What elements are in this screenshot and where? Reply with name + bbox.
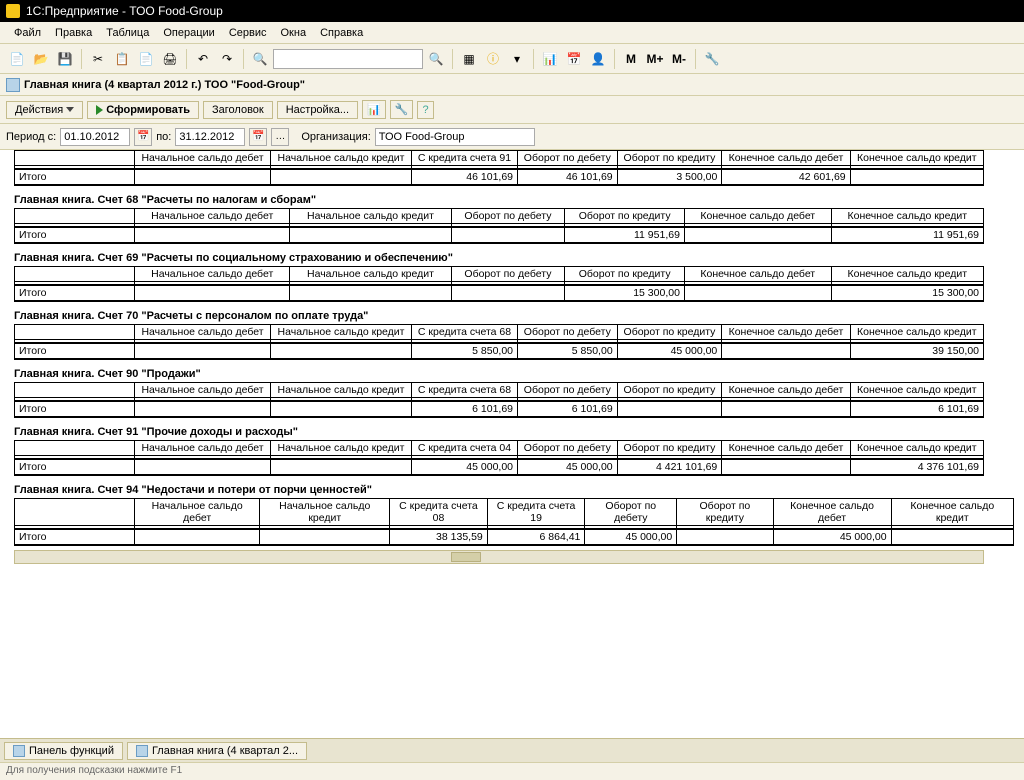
ledger-section-68: Начальное сальдо дебет Начальное сальдо … [14,208,984,244]
new-icon[interactable]: 📄 [6,48,28,70]
window-tabs-bar: Панель функций Главная книга (4 квартал … [0,738,1024,762]
status-bar: Для получения подсказки нажмите F1 [0,762,1024,780]
ledger-icon [136,745,148,757]
section-title-69: Главная книга. Счет 69 "Расчеты по социа… [14,246,1010,266]
grid-icon[interactable]: ▦ [458,48,480,70]
org-input[interactable] [375,128,535,146]
section-title-68: Главная книга. Счет 68 "Расчеты по налог… [14,188,1010,208]
m-button[interactable]: M [620,48,642,70]
app-title: 1С:Предприятие - ТОО Food-Group [26,4,223,18]
tab-ledger[interactable]: Главная книга (4 квартал 2... [127,742,307,760]
document-icon [6,78,20,92]
table-row-total: Итого 5 850,00 5 850,00 45 000,00 39 150… [15,343,984,359]
menu-operations[interactable]: Операции [157,25,220,41]
date-to-picker-icon[interactable]: 📅 [249,128,267,146]
period-to-label: по: [156,131,171,143]
search-input[interactable] [273,49,423,69]
undo-icon[interactable]: ↶ [192,48,214,70]
period-bar: Период с: 📅 по: 📅 … Организация: [0,124,1024,150]
ledger-section-91: Начальное сальдо дебет Начальное сальдо … [14,440,984,476]
table-row-total: Итого 38 135,59 6 864,41 45 000,00 45 00… [15,529,1014,545]
wrench-icon[interactable]: 🔧 [701,48,723,70]
table-row-total: Итого 6 101,69 6 101,69 6 101,69 [15,401,984,417]
ledger-section-70: Начальное сальдо дебет Начальное сальдо … [14,324,984,360]
save-icon[interactable]: 💾 [54,48,76,70]
date-to-input[interactable] [175,128,245,146]
actions-button[interactable]: Действия [6,101,83,119]
table-row-total: Итого 11 951,69 11 951,69 [15,227,984,243]
m-minus-button[interactable]: M- [668,48,690,70]
document-title-bar: Главная книга (4 квартал 2012 г.) ТОО "F… [0,74,1024,96]
menu-table[interactable]: Таблица [100,25,155,41]
horizontal-scrollbar[interactable] [14,550,984,564]
titlebar: 1С:Предприятие - ТОО Food-Group [0,0,1024,22]
period-select-icon[interactable]: … [271,128,289,146]
copy-icon[interactable]: 📋 [111,48,133,70]
ledger-section-94: Начальное сальдо дебет Начальное сальдо … [14,498,1014,546]
app-logo-icon [6,4,20,18]
section-title-91: Главная книга. Счет 91 "Прочие доходы и … [14,420,1010,440]
calc-icon[interactable]: 📊 [539,48,561,70]
info-icon[interactable]: ⓘ [482,48,504,70]
settings-button[interactable]: Настройка... [277,101,358,119]
calendar-icon[interactable]: 📅 [563,48,585,70]
user-icon[interactable]: 👤 [587,48,609,70]
option1-icon[interactable]: 📊 [362,100,386,119]
document-title: Главная книга (4 квартал 2012 г.) ТОО "F… [24,79,305,91]
search-go-icon[interactable]: 🔍 [425,48,447,70]
dropdown-icon[interactable]: ▾ [506,48,528,70]
menu-help[interactable]: Справка [314,25,369,41]
cut-icon[interactable]: ✂ [87,48,109,70]
action-toolbar: Действия Сформировать Заголовок Настройк… [0,96,1024,124]
option2-icon[interactable]: 🔧 [390,100,414,119]
m-plus-button[interactable]: M+ [644,48,666,70]
period-from-label: Период с: [6,131,56,143]
ledger-section-69: Начальное сальдо дебет Начальное сальдо … [14,266,984,302]
redo-icon[interactable]: ↷ [216,48,238,70]
org-label: Организация: [301,131,370,143]
open-icon[interactable]: 📂 [30,48,52,70]
date-from-picker-icon[interactable]: 📅 [134,128,152,146]
report-content: Начальное сальдо дебет Начальное сальдо … [0,150,1024,738]
menu-windows[interactable]: Окна [275,25,313,41]
ledger-section-continuation: Начальное сальдо дебет Начальное сальдо … [14,150,984,186]
ledger-section-90: Начальное сальдо дебет Начальное сальдо … [14,382,984,418]
section-title-90: Главная книга. Счет 90 "Продажи" [14,362,1010,382]
search-icon[interactable]: 🔍 [249,48,271,70]
menubar: Файл Правка Таблица Операции Сервис Окна… [0,22,1024,44]
form-button[interactable]: Сформировать [87,101,199,119]
main-toolbar: 📄 📂 💾 ✂ 📋 📄 🖨 ↶ ↷ 🔍 🔍 ▦ ⓘ ▾ 📊 📅 👤 M M+ M… [0,44,1024,74]
section-title-94: Главная книга. Счет 94 "Недостачи и поте… [14,478,1010,498]
help-icon[interactable]: ? [417,101,433,119]
table-row-total: Итого 15 300,00 15 300,00 [15,285,984,301]
panel-icon [13,745,25,757]
menu-file[interactable]: Файл [8,25,47,41]
print-icon[interactable]: 🖨 [159,48,181,70]
menu-service[interactable]: Сервис [223,25,273,41]
menu-edit[interactable]: Правка [49,25,98,41]
date-from-input[interactable] [60,128,130,146]
header-button[interactable]: Заголовок [203,101,273,119]
paste-icon[interactable]: 📄 [135,48,157,70]
status-text: Для получения подсказки нажмите F1 [6,765,182,776]
tab-panel-functions[interactable]: Панель функций [4,742,123,760]
section-title-70: Главная книга. Счет 70 "Расчеты с персон… [14,304,1010,324]
table-row-total: Итого 45 000,00 45 000,00 4 421 101,69 4… [15,459,984,475]
table-row-total: Итого 46 101,69 46 101,69 3 500,00 42 60… [15,169,984,185]
